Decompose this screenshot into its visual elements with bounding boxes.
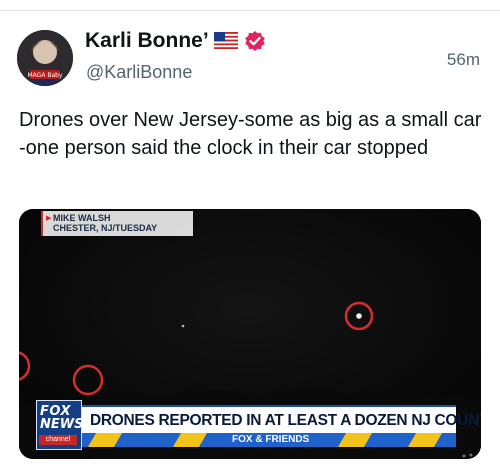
post-text: Drones over New Jersey-some as big as a … [19,109,482,159]
ticker-stripe [407,433,443,447]
us-flag-icon [214,32,238,49]
logo-line-2: NEWS [40,417,84,432]
ticker-text: FOX & FRIENDS [232,434,310,445]
drone-light [181,324,185,328]
headline-text: DRONES REPORTED IN AT LEAST A DOZEN NJ C… [90,412,481,429]
ticker-stripe [87,433,123,447]
ticker-stripe [172,433,208,447]
ticker-stripe [337,433,373,447]
drone-light [356,313,362,319]
top-divider [0,10,500,11]
lower-third-location: CHESTER, NJ/TUESDAY [53,223,158,233]
lower-third-name: MIKE WALSH [53,213,111,223]
headline-bar: DRONES REPORTED IN AT LEAST A DOZEN NJ C… [82,405,481,435]
avatar[interactable]: MAGA Baby [17,30,73,86]
handle[interactable]: @KarliBonne [86,62,192,83]
avatar-caption: MAGA Baby [28,72,63,79]
video-media[interactable]: ▶ MIKE WALSH CHESTER, NJ/TUESDAY FOX NEW… [19,209,481,459]
verified-badge-icon [244,30,266,52]
display-name[interactable]: Karli Bonne’ [85,29,209,53]
logo-line-3: channel [39,435,77,445]
timestamp[interactable]: 56m [447,50,480,70]
avatar-image: MAGA Baby [17,30,73,86]
ticker-bar: FOX & FRIENDS [82,433,456,447]
lower-third: ▶ MIKE WALSH CHESTER, NJ/TUESDAY [41,211,193,236]
fox-news-logo: FOX NEWS channel [36,400,84,450]
play-arrow-icon: ▶ [46,215,52,222]
